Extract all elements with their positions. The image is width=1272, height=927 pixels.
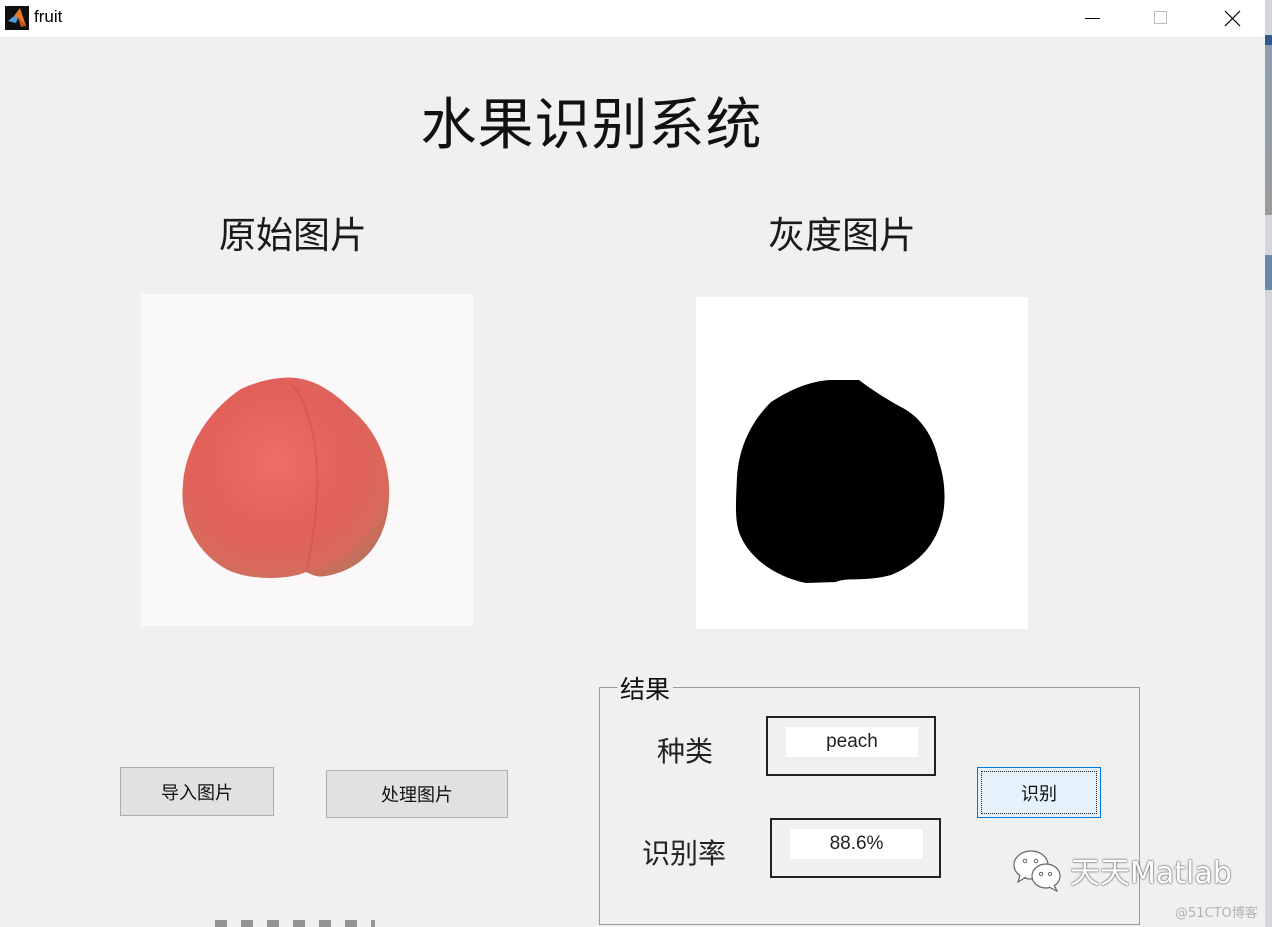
page-title: 水果识别系统 <box>420 93 763 158</box>
title-bar: fruit <box>0 0 1265 38</box>
recognize-button[interactable]: 识别 <box>977 767 1101 818</box>
process-image-button[interactable]: 处理图片 <box>326 770 508 818</box>
kind-field: peach <box>766 716 936 776</box>
kind-label: 种类 <box>657 735 714 768</box>
rate-value: 88.6% <box>790 829 923 859</box>
window-title: fruit <box>34 7 63 26</box>
cutoff-text <box>215 920 375 927</box>
original-image-title: 原始图片 <box>219 214 367 257</box>
rate-field: 88.6% <box>770 818 941 878</box>
grayscale-image-title: 灰度图片 <box>768 214 916 257</box>
kind-value: peach <box>786 727 918 757</box>
import-image-label: 导入图片 <box>161 782 233 804</box>
grayscale-image-axes <box>696 297 1028 629</box>
watermark: 天天Matlab <box>1012 848 1232 892</box>
watermark-text: 天天Matlab <box>1070 856 1232 891</box>
close-icon <box>1224 10 1241 27</box>
matlab-icon <box>5 6 29 30</box>
maximize-button[interactable] <box>1138 0 1184 37</box>
original-image-axes <box>141 294 473 626</box>
peach-photo <box>182 377 390 578</box>
background-window-edge-gradient <box>1265 45 1272 215</box>
credit-text: @51CTO博客 <box>1175 906 1258 921</box>
peach-binary-mask <box>735 380 945 583</box>
wechat-icon <box>1013 850 1061 892</box>
result-group-title: 结果 <box>617 670 674 706</box>
process-image-label: 处理图片 <box>381 785 453 806</box>
close-button[interactable] <box>1209 0 1255 37</box>
minimize-button[interactable] <box>1070 0 1116 37</box>
rate-label: 识别率 <box>642 837 727 870</box>
focus-ring <box>981 771 1097 814</box>
background-window-edge-top <box>1265 35 1272 45</box>
background-window-edge-mid <box>1265 255 1272 290</box>
import-image-button[interactable]: 导入图片 <box>120 767 274 816</box>
